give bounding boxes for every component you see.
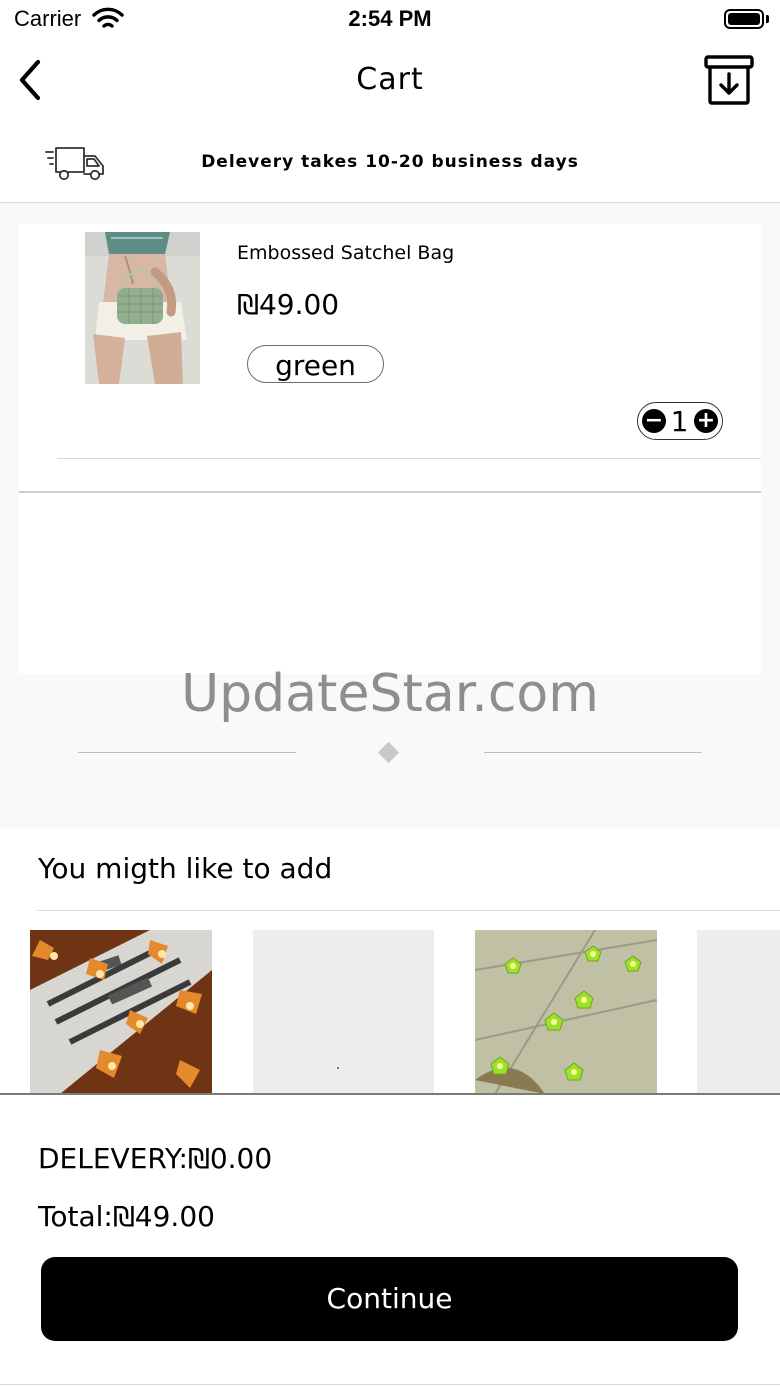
color-variant-chip: green [247,345,384,383]
continue-button[interactable]: Continue [41,1257,738,1341]
ornament-line-right [484,752,702,753]
suggestions-divider [37,910,780,911]
totals-panel [0,1093,780,1387]
ornament-line-left [78,752,296,753]
decrease-quantity-button[interactable]: − [642,409,666,433]
order-total: Total:₪49.00 [38,1200,215,1233]
suggested-product-4[interactable] [697,930,780,1094]
suggested-product-2[interactable] [253,930,434,1094]
quantity-value: 1 [670,405,689,438]
item-divider [57,458,761,459]
increase-quantity-button[interactable]: + [694,409,718,433]
product-price: ₪49.00 [237,288,340,321]
bottom-divider [0,1384,780,1385]
card-divider [19,491,761,493]
product-name: Embossed Satchel Bag [237,242,455,264]
suggested-product-1[interactable] [30,930,212,1094]
delivery-fee: DELEVERY:₪0.00 [38,1142,273,1175]
suggestions-title: You migth like to add [38,852,333,885]
battery-icon [724,9,764,29]
watermark-text: UpdateStar.com [181,664,599,724]
delivery-info-text: Delevery takes 10-20 business days [201,152,579,172]
battery-nub [766,15,769,23]
diamond-icon [377,741,400,764]
product-image[interactable] [85,232,200,384]
archive-button[interactable] [700,52,760,110]
page-title: Cart [356,62,424,97]
archive-download-icon [704,55,754,105]
quantity-stepper: − 1 + [637,402,723,440]
suggested-product-3[interactable] [475,930,657,1094]
clock-time: 2:54 PM [348,6,432,31]
